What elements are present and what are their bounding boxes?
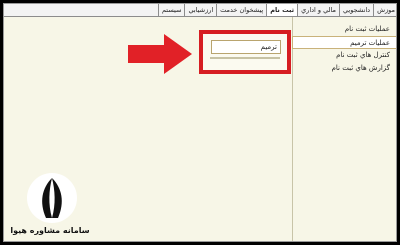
menu-item-registration[interactable]: ثبت نام [266, 4, 298, 16]
menu-item-finance-admin[interactable]: مالي و اداري [297, 4, 339, 16]
menu-item-education[interactable]: موزش [373, 4, 396, 16]
menu-item-system[interactable]: سيستم [157, 4, 185, 16]
menu-item-students[interactable]: دانشجويي [338, 4, 373, 16]
submenu-item-repair-ops[interactable]: عمليات ترميم [292, 36, 396, 49]
menu-item-evaluation[interactable]: ارزشيابي [184, 4, 216, 16]
submenu-item-registration-controls[interactable]: كنترل هاي ثبت نام [292, 49, 396, 62]
logo-text: سامانه مشاوره هيوا [10, 226, 90, 235]
hiva-logo-icon [27, 173, 77, 223]
menubar-background [4, 4, 149, 17]
red-arrow-icon [128, 34, 192, 74]
flyout-item-repair[interactable]: ترميم [210, 40, 281, 59]
highlight-box: ترميم [199, 30, 291, 74]
submenu-item-registration-ops[interactable]: عمليات ثبت نام [292, 23, 396, 36]
submenu-item-registration-reports[interactable]: گزارش هاي ثبت نام [292, 62, 396, 75]
app-window: موزش دانشجويي مالي و اداري ثبت نام پيشخو… [3, 3, 397, 242]
menu-item-service-desk[interactable]: پيشخوان خدمت [216, 4, 266, 16]
submenu: عمليات ثبت نام عمليات ترميم كنترل هاي ثب… [292, 23, 396, 75]
menubar: موزش دانشجويي مالي و اداري ثبت نام پيشخو… [149, 4, 396, 17]
